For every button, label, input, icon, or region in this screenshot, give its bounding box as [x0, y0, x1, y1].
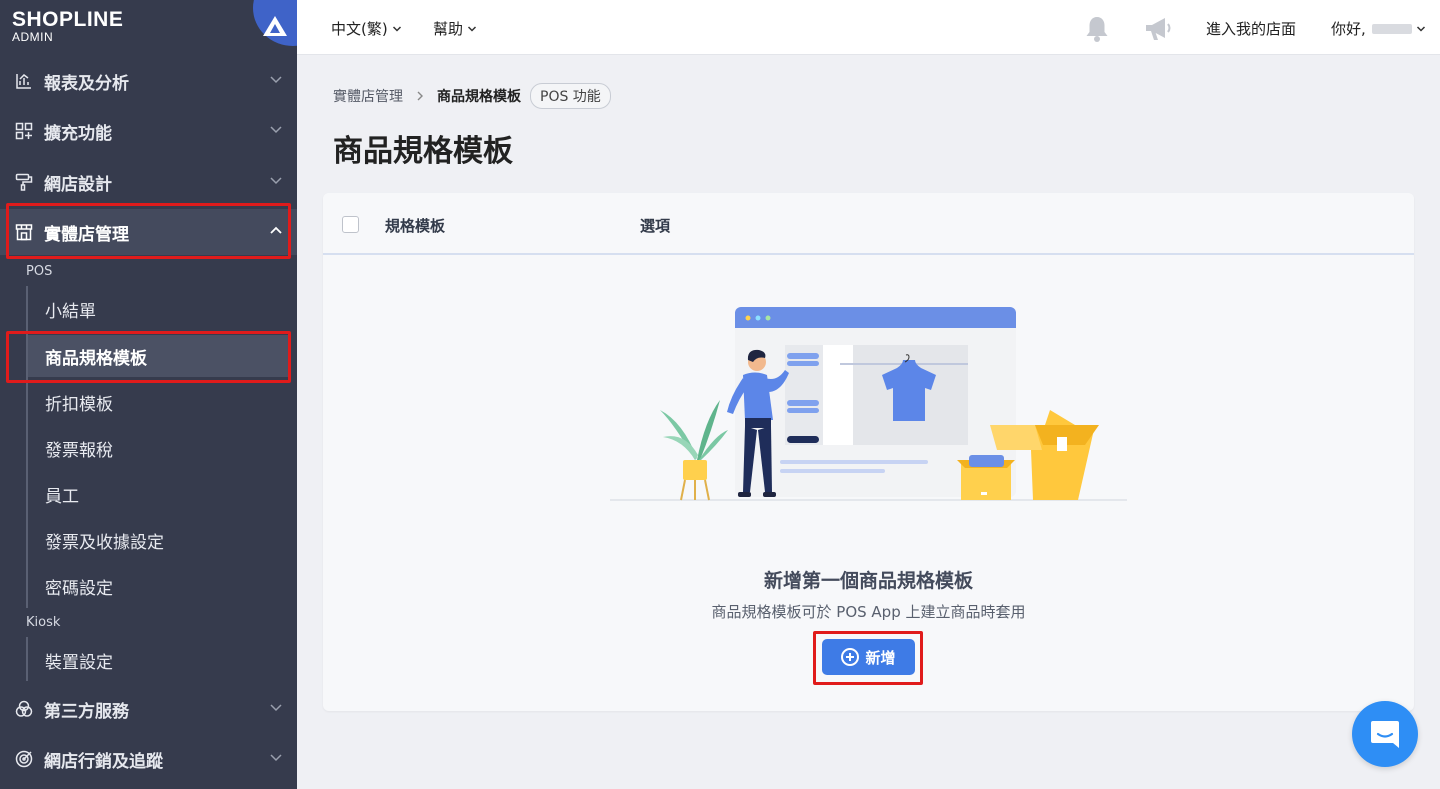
sidebar-item-label: 擴充功能: [44, 123, 112, 144]
chevron-down-icon: [1416, 25, 1425, 32]
user-menu[interactable]: 你好,: [1331, 18, 1426, 39]
breadcrumb: 實體店管理 商品規格模板 POS 功能: [333, 83, 611, 109]
sidebar-item-marketing-tracking[interactable]: 網店行銷及追蹤: [0, 736, 297, 782]
sidebar-item-label: 網店設計: [44, 174, 112, 195]
highlight-box: [6, 203, 291, 259]
group-label-pos: POS: [26, 264, 53, 279]
highlight-box: [6, 331, 291, 383]
sidebar-item-label: 報表及分析: [44, 73, 129, 94]
sidebar-subitem-device-settings[interactable]: 裝置設定: [28, 639, 290, 681]
sidebar-item-extensions[interactable]: 擴充功能: [0, 108, 297, 154]
column-header-options: 選項: [640, 217, 671, 235]
sidebar: SHOPLINE ADMIN 報表及分析 擴充功能 網店設計 實體店管理 POS…: [0, 0, 297, 789]
sidebar-item-label: 第三方服務: [44, 701, 129, 722]
chart-icon: [14, 71, 34, 91]
user-name-redacted: [1371, 23, 1412, 34]
column-header-template: 規格模板: [385, 217, 446, 235]
group-label-kiosk: Kiosk: [26, 615, 61, 630]
chevron-down-icon: [392, 25, 401, 32]
sidebar-item-reports[interactable]: 報表及分析: [0, 58, 297, 104]
highlight-box: [813, 631, 923, 685]
sidebar-subitem-receipt[interactable]: 小結單: [28, 288, 290, 330]
table-header: 規格模板 選項: [323, 193, 1414, 255]
help-label: 幫助: [433, 20, 464, 38]
shopline-logo[interactable]: SHOPLINE ADMIN: [12, 8, 124, 44]
sidebar-item-third-party[interactable]: 第三方服務: [0, 686, 297, 732]
circles-icon: [14, 699, 34, 719]
empty-state-illustration: [610, 307, 1127, 501]
chevron-down-icon: [270, 754, 282, 762]
greeting-label: 你好,: [1331, 20, 1366, 38]
paint-roller-icon: [14, 172, 34, 192]
language-dropdown[interactable]: 中文(繁): [331, 18, 402, 39]
target-icon: [14, 749, 34, 769]
bell-icon[interactable]: [1084, 15, 1110, 43]
top-bar: 中文(繁) 幫助 進入我的店面 你好,: [297, 0, 1440, 55]
chevron-right-icon: [417, 91, 423, 101]
apps-icon: [14, 121, 34, 141]
brand-sub: ADMIN: [12, 30, 54, 44]
select-all-checkbox[interactable]: [342, 216, 359, 233]
empty-state-title: 新增第一個商品規格模板: [763, 570, 973, 592]
megaphone-icon[interactable]: [1143, 15, 1173, 43]
chevron-down-icon: [270, 126, 282, 134]
chevron-down-icon: [270, 704, 282, 712]
page-title: 商品規格模板: [333, 134, 513, 169]
breadcrumb-parent-link[interactable]: 實體店管理: [333, 86, 403, 106]
brand-name: SHOPLINE: [12, 8, 124, 31]
chevron-down-icon: [467, 25, 477, 32]
chat-support-button[interactable]: [1352, 701, 1418, 767]
sidebar-subitem-invoice-receipt-settings[interactable]: 發票及收據設定: [28, 519, 290, 561]
chat-icon: [1371, 721, 1399, 748]
app-switcher-icon[interactable]: [253, 0, 297, 46]
sidebar-subitem-discount-template[interactable]: 折扣模板: [28, 381, 290, 423]
sidebar-subitem-invoice-tax[interactable]: 發票報稅: [28, 427, 290, 469]
chevron-down-icon: [270, 177, 282, 185]
sidebar-subitem-staff[interactable]: 員工: [28, 473, 290, 515]
language-label: 中文(繁): [331, 20, 388, 38]
visit-store-link[interactable]: 進入我的店面: [1206, 18, 1296, 39]
breadcrumb-current: 商品規格模板: [437, 89, 521, 105]
pos-feature-badge: POS 功能: [530, 83, 611, 109]
help-dropdown[interactable]: 幫助: [433, 18, 477, 39]
sidebar-subitem-password-settings[interactable]: 密碼設定: [28, 565, 290, 607]
chevron-down-icon: [270, 76, 282, 84]
sidebar-item-store-design[interactable]: 網店設計: [0, 159, 297, 205]
empty-state-description: 商品規格模板可於 POS App 上建立商品時套用: [711, 603, 1026, 621]
sidebar-item-label: 網店行銷及追蹤: [44, 751, 163, 772]
